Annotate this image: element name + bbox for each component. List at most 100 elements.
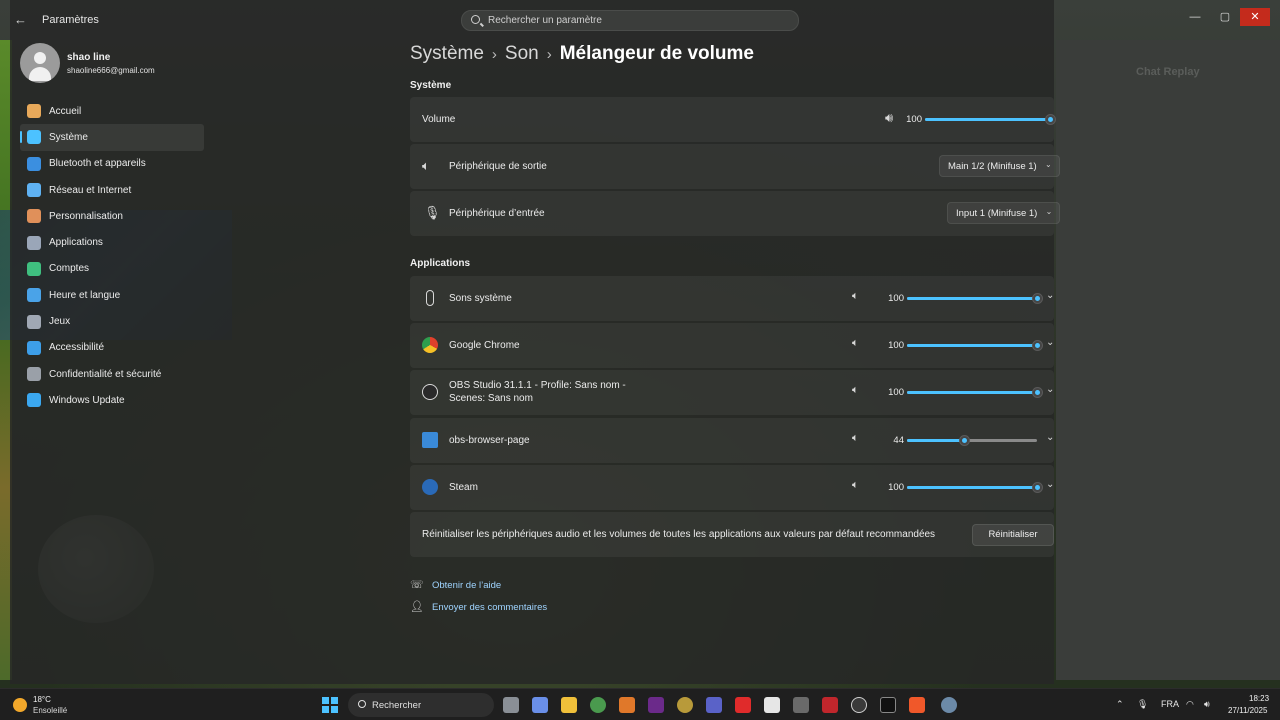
- speaker-icon[interactable]: 🔈︎: [852, 384, 859, 397]
- sidebar-item-label: Comptes: [49, 263, 90, 275]
- chrome-taskbar-icon[interactable]: [590, 697, 606, 713]
- sidebar-item-wifi[interactable]: Réseau et Internet: [20, 177, 204, 203]
- reset-button[interactable]: Réinitialiser: [972, 524, 1054, 546]
- sidebar-item-label: Personnalisation: [49, 210, 123, 222]
- app-volume-slider-thumb[interactable]: [1032, 293, 1043, 304]
- app-volume-row: Steam 🔈︎ 100 ⌄: [410, 464, 1054, 510]
- minimize-button[interactable]: —: [1182, 8, 1208, 26]
- fortnite-icon[interactable]: [764, 697, 780, 713]
- volume-slider-thumb[interactable]: [1045, 114, 1056, 125]
- settings-taskbar-icon[interactable]: [941, 697, 957, 713]
- sidebar-item-globe-clock[interactable]: Heure et langue: [20, 282, 204, 308]
- taskbar-search-text: Rechercher: [372, 700, 422, 711]
- app-volume-row: Sons système 🔈︎ 100 ⌄: [410, 276, 1054, 321]
- obs-icon: [422, 384, 438, 401]
- app-v-icon[interactable]: [648, 697, 664, 713]
- clock-date[interactable]: 27/11/2025: [1228, 706, 1267, 715]
- task-view-icon[interactable]: [503, 697, 519, 713]
- settings-search-input[interactable]: Rechercher un paramètre: [461, 10, 799, 31]
- app-name: obs-browser-page: [449, 434, 530, 446]
- app-a-icon[interactable]: [619, 697, 635, 713]
- taskbar-search[interactable]: Rechercher: [348, 693, 494, 717]
- app-volume-slider-thumb[interactable]: [1032, 481, 1043, 493]
- back-arrow-icon[interactable]: ←: [14, 13, 28, 27]
- sidebar-item-brush[interactable]: Personnalisation: [20, 203, 204, 229]
- brave-icon[interactable]: [909, 697, 925, 713]
- speaker-icon[interactable]: 🔊︎: [885, 110, 893, 126]
- avatar[interactable]: [20, 43, 60, 83]
- app-volume-slider-thumb[interactable]: [1032, 387, 1043, 399]
- windows-start-icon[interactable]: [322, 697, 338, 713]
- input-device-dropdown[interactable]: Input 1 (Minifuse 1) ⌄: [947, 202, 1061, 224]
- chevron-up-icon[interactable]: ⌃: [1116, 699, 1124, 710]
- language-indicator[interactable]: FRA: [1161, 699, 1179, 709]
- speaker-icon: 🔈︎: [422, 158, 430, 173]
- chevron-down-icon[interactable]: ⌄: [1046, 479, 1054, 490]
- output-device-label: Périphérique de sortie: [449, 161, 547, 172]
- feedback-icon: 👤︎: [410, 601, 424, 613]
- app-misc-icon[interactable]: [793, 697, 809, 713]
- speaker-icon[interactable]: 🔈︎: [852, 479, 859, 492]
- home-icon: [27, 104, 41, 119]
- sidebar-item-update[interactable]: Windows Update: [20, 387, 204, 413]
- breadcrumb-son[interactable]: Son: [505, 43, 539, 64]
- wifi-tray-icon[interactable]: ◠: [1186, 699, 1194, 710]
- app-volume-slider[interactable]: [907, 387, 1043, 399]
- gamepad-icon: [27, 314, 41, 329]
- speaker-icon[interactable]: 🔈︎: [852, 337, 859, 350]
- app-volume-slider-thumb[interactable]: [959, 434, 971, 446]
- app-volume-slider[interactable]: [907, 434, 1037, 446]
- app-round-icon[interactable]: [677, 697, 693, 713]
- close-button[interactable]: ✕: [1240, 8, 1270, 26]
- maximize-button[interactable]: ▢: [1212, 8, 1238, 26]
- section-label-systeme: Système: [410, 80, 452, 91]
- system-sounds-icon: [426, 290, 434, 306]
- app-volume-slider[interactable]: [907, 340, 1043, 352]
- apps-icon: [27, 235, 41, 250]
- weather-temperature[interactable]: 18°C: [33, 695, 51, 704]
- output-device-dropdown[interactable]: Main 1/2 (Minifuse 1) ⌄: [939, 155, 1060, 177]
- chevron-down-icon[interactable]: ⌄: [1046, 384, 1054, 395]
- title-bar: ← Paramètres Rechercher un paramètre — ▢…: [0, 0, 1270, 40]
- app-volume-slider-thumb[interactable]: [1032, 340, 1043, 352]
- sun-icon[interactable]: [13, 698, 27, 712]
- app-volume-slider[interactable]: [907, 481, 1043, 493]
- speaker-icon[interactable]: 🔈︎: [852, 290, 859, 303]
- help-link[interactable]: Obtenir de l’aide: [432, 580, 501, 591]
- speaker-icon[interactable]: 🔈︎: [852, 432, 859, 445]
- obs-taskbar-icon[interactable]: [851, 697, 867, 713]
- sidebar-item-system[interactable]: Système: [20, 124, 204, 151]
- breadcrumb-systeme[interactable]: Système: [410, 43, 484, 64]
- sidebar-item-accessibility[interactable]: Accessibilité: [20, 335, 204, 361]
- sidebar-item-home[interactable]: Accueil: [20, 98, 204, 124]
- sidebar-item-accounts[interactable]: Comptes: [20, 256, 204, 282]
- background-chat-title: Chat Replay: [1136, 66, 1200, 78]
- teams-icon[interactable]: [706, 697, 722, 713]
- browser-page-icon: [422, 431, 438, 448]
- volume-value: 100: [906, 114, 922, 125]
- speaker-tray-icon[interactable]: 🔊︎: [1204, 699, 1210, 710]
- reset-card: Réinitialiser les périphériques audio et…: [410, 512, 1054, 557]
- steam-icon: [422, 478, 438, 495]
- sidebar-item-gamepad[interactable]: Jeux: [20, 308, 204, 334]
- volume-slider[interactable]: [925, 114, 1056, 125]
- output-device-value: Main 1/2 (Minifuse 1): [948, 161, 1037, 172]
- chrome-icon: [422, 337, 438, 354]
- clock-time[interactable]: 18:23: [1249, 694, 1269, 703]
- app-title: Paramètres: [42, 14, 99, 26]
- chevron-down-icon[interactable]: ⌄: [1046, 337, 1054, 348]
- chevron-down-icon[interactable]: ⌄: [1046, 432, 1054, 443]
- feedback-link[interactable]: Envoyer des commentaires: [432, 602, 547, 613]
- app-volume-slider[interactable]: [907, 293, 1043, 304]
- sidebar-item-shield[interactable]: Confidentialité et sécurité: [20, 361, 204, 387]
- chevron-down-icon[interactable]: ⌄: [1046, 290, 1054, 301]
- youtube-icon[interactable]: [735, 697, 751, 713]
- microphone-tray-icon[interactable]: 🎙︎: [1137, 699, 1148, 710]
- weather-description[interactable]: Ensoleillé: [33, 706, 67, 715]
- sidebar-item-apps[interactable]: Applications: [20, 229, 204, 255]
- copilot-icon[interactable]: [532, 697, 548, 713]
- app-red-icon[interactable]: [822, 697, 838, 713]
- file-explorer-icon[interactable]: [561, 697, 577, 713]
- xm-icon[interactable]: [880, 697, 896, 713]
- sidebar-item-bluetooth[interactable]: Bluetooth et appareils: [20, 151, 204, 177]
